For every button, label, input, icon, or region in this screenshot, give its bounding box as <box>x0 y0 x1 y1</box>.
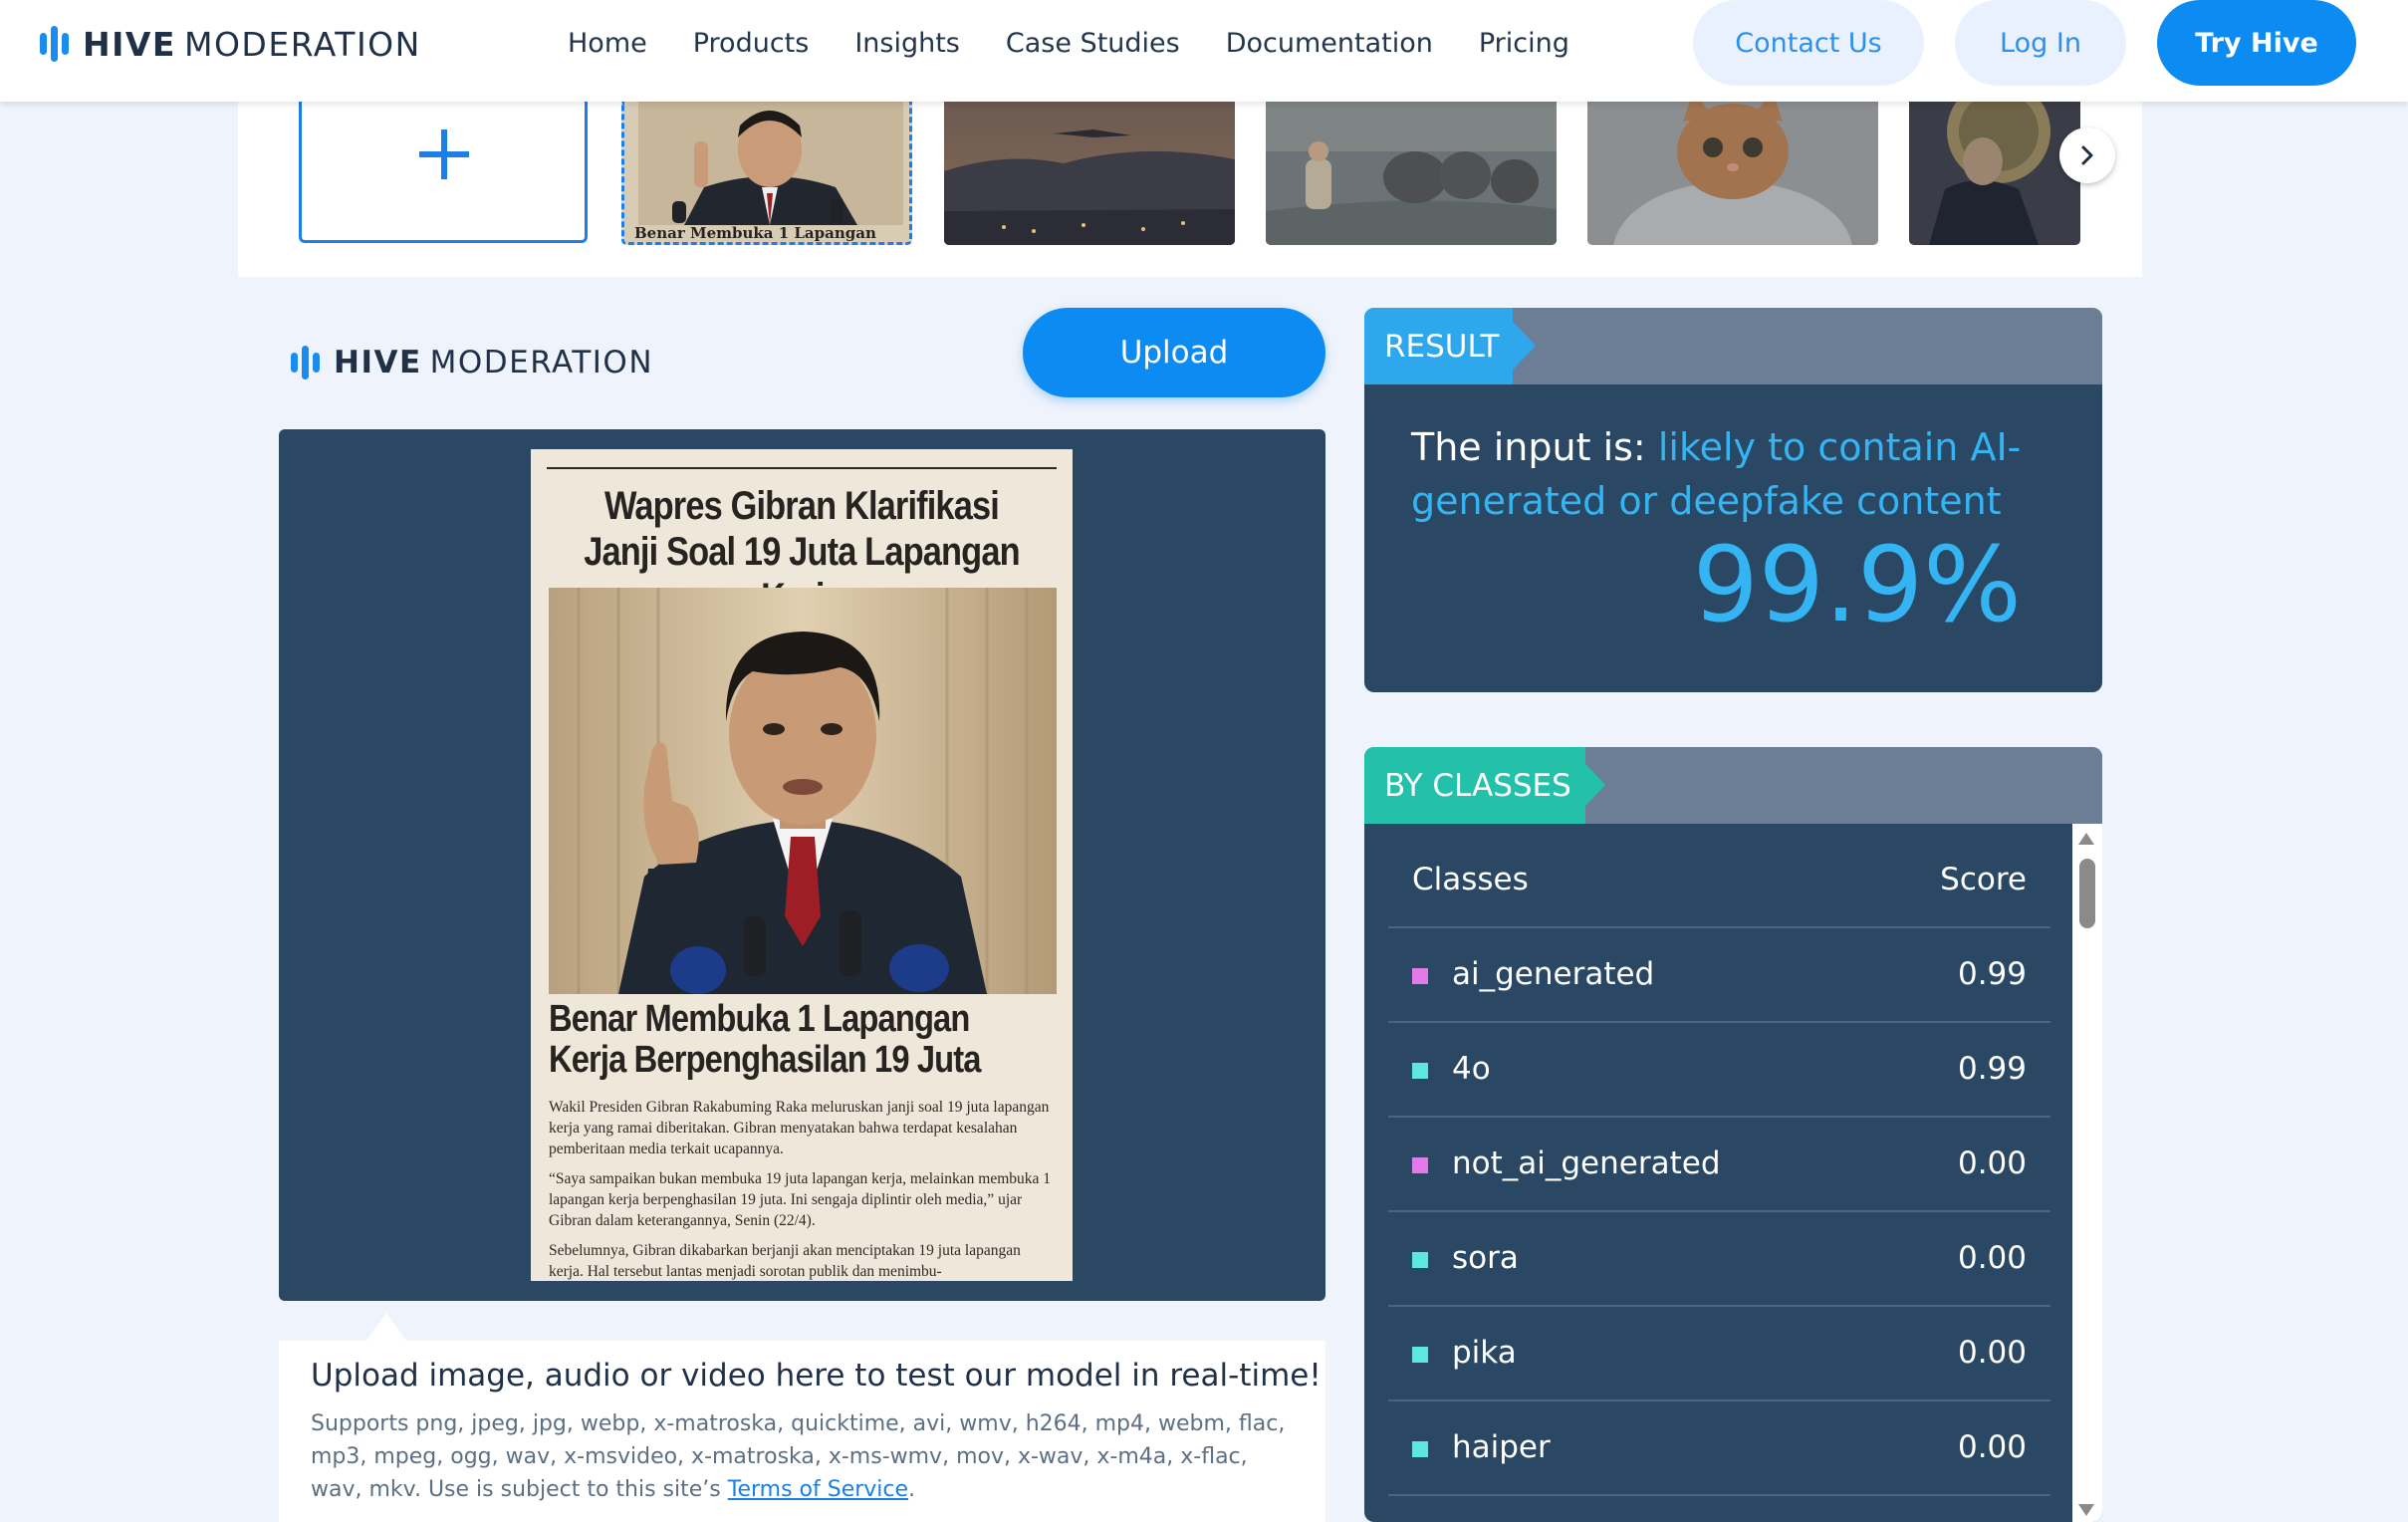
class-label: pika <box>1452 1335 1517 1371</box>
table-row: not_ai_generated 0.00 <box>1388 1118 2050 1212</box>
class-label: not_ai_generated <box>1452 1145 1721 1181</box>
result-percentage: 99.9% <box>1692 524 2022 645</box>
class-color-swatch <box>1412 1441 1428 1457</box>
article-paragraph: “Saya sampaikan bukan membuka 19 juta la… <box>549 1170 1052 1229</box>
classes-scrollbar[interactable] <box>2072 824 2102 1522</box>
nav-link-insights[interactable]: Insights <box>854 28 960 59</box>
class-color-swatch <box>1412 1157 1428 1173</box>
nav-link-products[interactable]: Products <box>693 28 810 59</box>
table-row: pika 0.00 <box>1388 1307 2050 1401</box>
classes-tag: BY CLASSES <box>1364 747 1585 824</box>
table-row: ai_generated 0.99 <box>1388 928 2050 1023</box>
class-score: 0.00 <box>1957 1145 2027 1181</box>
sample-thumbnail-image <box>1909 102 2080 245</box>
article-body: Wakil Presiden Gibran Rakabuming Raka me… <box>549 1097 1055 1281</box>
sample-thumbnail-image <box>1587 102 1878 245</box>
classes-column-header: Classes <box>1412 862 1529 897</box>
logo-light-text: MODERATION <box>429 345 654 380</box>
table-row: 4o 0.99 <box>1388 1023 2050 1118</box>
result-card: RESULT The input is: likely to contain A… <box>1364 308 2102 692</box>
hive-logo[interactable]: HIVE MODERATION <box>40 24 421 64</box>
hive-bars-icon <box>40 26 69 62</box>
nav-link-documentation[interactable]: Documentation <box>1226 28 1433 59</box>
logo-bold-text: HIVE <box>83 24 176 64</box>
class-color-swatch <box>1412 968 1428 984</box>
top-navigation: HIVE MODERATION Home Products Insights Ca… <box>0 0 2408 102</box>
article-paragraph: Sebelumnya, Gibran dikabarkan berjanji a… <box>549 1242 1021 1280</box>
classes-table-header: Classes Score <box>1388 837 2050 928</box>
next-samples-button[interactable] <box>2059 127 2115 183</box>
plus-icon <box>419 129 469 179</box>
terms-period: . <box>908 1477 916 1502</box>
hive-moderation-logo: HIVE MODERATION <box>291 343 653 382</box>
score-column-header: Score <box>1940 862 2027 897</box>
sample-thumbnail[interactable] <box>1909 102 2080 245</box>
classes-tag-arrow <box>1569 747 1605 823</box>
scroll-down-arrow-icon[interactable] <box>2078 1504 2094 1516</box>
result-tag-arrow <box>1500 308 1536 383</box>
result-tag: RESULT <box>1364 308 1514 384</box>
nav-links: Home Products Insights Case Studies Docu… <box>568 0 1615 86</box>
logo-bold-text: HIVE <box>334 345 422 380</box>
sample-thumbnail[interactable] <box>1266 102 1557 245</box>
sample-thumbnail-image <box>944 102 1235 245</box>
scroll-up-arrow-icon[interactable] <box>2078 833 2094 845</box>
terms-of-service-link[interactable]: Terms of Service <box>728 1477 908 1502</box>
sample-thumbnail-image <box>1266 102 1557 245</box>
article-photo <box>549 588 1057 994</box>
class-color-swatch <box>1412 1063 1428 1079</box>
class-score: 0.99 <box>1957 1051 2027 1087</box>
sample-thumbnail[interactable] <box>944 102 1235 245</box>
class-label: sora <box>1452 1240 1519 1276</box>
class-score: 0.00 <box>1957 1335 2027 1371</box>
class-label: haiper <box>1452 1429 1551 1465</box>
classes-card: BY CLASSES Classes Score ai_generated 0.9… <box>1364 747 2102 1522</box>
scrollbar-thumb[interactable] <box>2079 859 2095 928</box>
class-label: ai_generated <box>1452 956 1655 992</box>
upload-button[interactable]: Upload <box>1023 308 1325 397</box>
log-in-button[interactable]: Log In <box>1955 0 2126 86</box>
class-score: 0.00 <box>1957 1240 2027 1276</box>
contact-us-button[interactable]: Contact Us <box>1693 0 1924 86</box>
sample-thumbnail-caption: Benar Membuka 1 Lapangan <box>634 224 876 242</box>
chevron-right-icon <box>2081 145 2093 165</box>
sample-thumbnail[interactable] <box>1587 102 1878 245</box>
nav-link-home[interactable]: Home <box>568 28 647 59</box>
result-verdict: The input is: likely to contain AI-gener… <box>1411 420 2029 528</box>
result-prefix: The input is: <box>1411 425 1646 469</box>
article-paragraph: Wakil Presiden Gibran Rakabuming Raka me… <box>549 1099 1050 1157</box>
upload-info-title: Upload image, audio or video here to tes… <box>311 1358 1322 1394</box>
try-hive-button[interactable]: Try Hive <box>2157 0 2356 86</box>
hive-bars-icon <box>291 346 320 380</box>
nav-link-pricing[interactable]: Pricing <box>1479 28 1569 59</box>
uploaded-image: Wapres Gibran Klarifikasi Janji Soal 19 … <box>531 449 1073 1281</box>
info-pointer <box>366 1313 406 1341</box>
class-score: 0.00 <box>1957 1429 2027 1465</box>
classes-card-header: BY CLASSES <box>1364 747 2102 824</box>
class-color-swatch <box>1412 1347 1428 1363</box>
result-card-header: RESULT <box>1364 308 2102 384</box>
article-subheadline: Benar Membuka 1 Lapangan Kerja Berpengha… <box>549 998 981 1081</box>
sample-thumbnail-selected[interactable]: Benar Membuka 1 Lapangan <box>621 102 912 245</box>
add-sample-tile[interactable] <box>299 102 588 243</box>
nav-link-case-studies[interactable]: Case Studies <box>1006 28 1180 59</box>
table-row: haiper 0.00 <box>1388 1401 2050 1496</box>
logo-light-text: MODERATION <box>183 24 421 64</box>
upload-info-text: Supports png, jpeg, jpg, webp, x-matrosk… <box>311 1407 1305 1506</box>
class-score: 0.99 <box>1957 956 2027 992</box>
class-color-swatch <box>1412 1252 1428 1268</box>
class-label: 4o <box>1452 1051 1491 1087</box>
table-row: sora 0.00 <box>1388 1212 2050 1307</box>
